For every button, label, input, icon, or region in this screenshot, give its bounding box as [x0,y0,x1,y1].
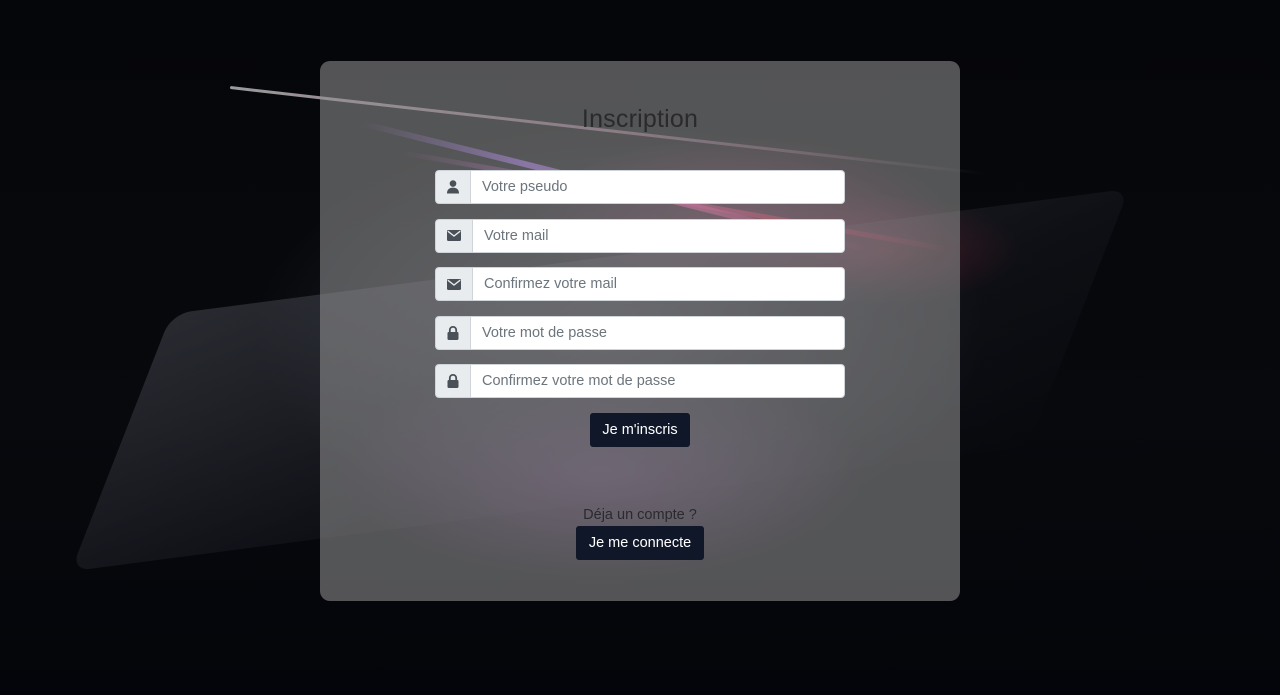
lock-icon [435,364,470,398]
confirm-password-input[interactable] [470,364,845,398]
password-input-group [435,315,845,350]
pseudo-input-group [435,170,845,204]
envelope-icon [435,267,472,301]
confirm-password-input-group [435,364,845,398]
pseudo-input[interactable] [470,170,845,204]
user-icon [435,170,470,204]
login-button[interactable]: Je me connecte [576,526,704,560]
page-title: Inscription [581,105,699,133]
signup-card: Inscription Votre pseudo Votre mail Conf… [320,61,960,601]
email-input[interactable] [472,218,845,253]
confirm-email-input-group [435,267,845,301]
envelope-icon [435,218,472,253]
signup-form [435,170,845,413]
confirm-email-input[interactable] [472,267,845,301]
lock-icon [435,315,470,350]
register-button[interactable]: Je m'inscris [590,413,690,447]
email-input-group [435,218,845,253]
password-input[interactable] [470,315,845,350]
already-account-text: Déja un compte ? [583,507,697,523]
